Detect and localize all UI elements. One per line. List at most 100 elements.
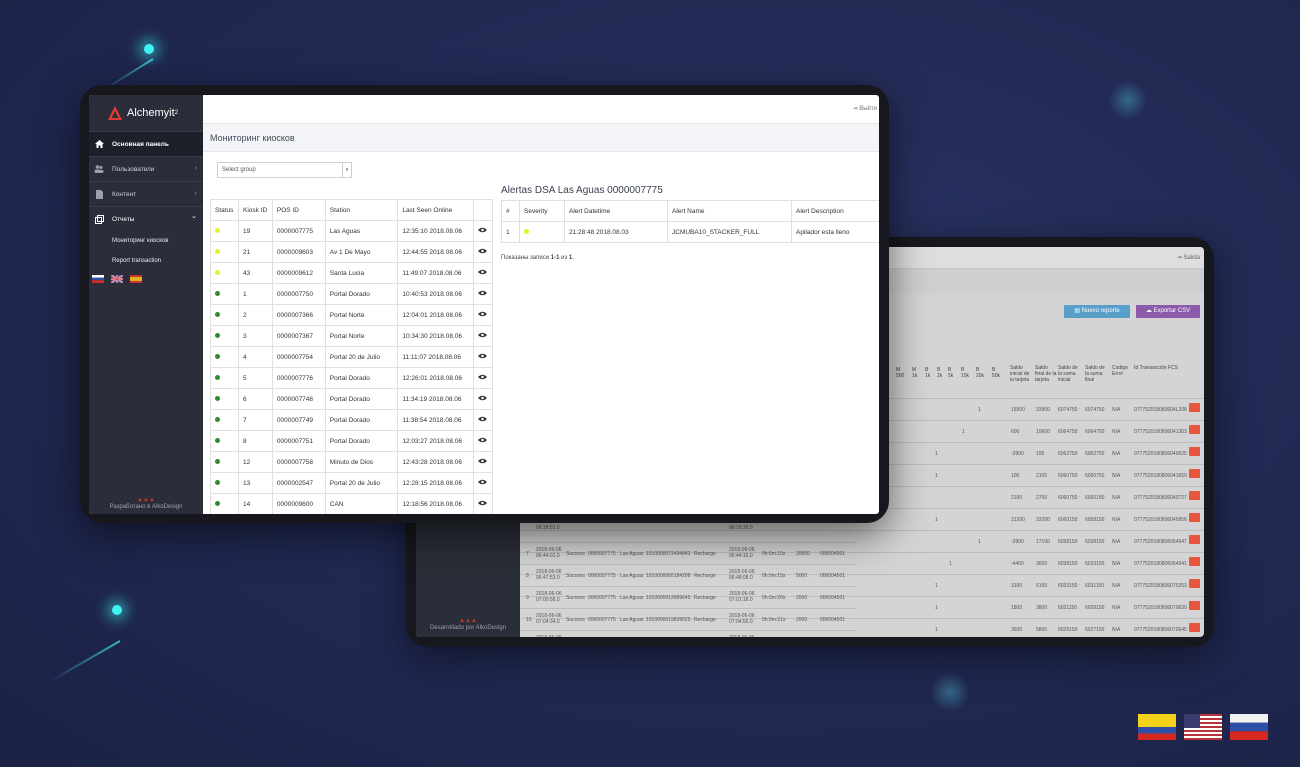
export-csv-button[interactable]: ☁ Exportar CSV bbox=[1136, 305, 1200, 318]
saldo-final-cell: 33200 bbox=[1036, 517, 1050, 523]
eye-icon[interactable] bbox=[477, 248, 487, 254]
view-cell bbox=[472, 346, 494, 368]
view-button[interactable] bbox=[1189, 425, 1200, 434]
col-alert-datetime[interactable]: Alert Datetime bbox=[564, 200, 668, 222]
eye-icon[interactable] bbox=[477, 353, 487, 359]
status-indicator bbox=[215, 311, 220, 317]
col-b10k: B 10k bbox=[961, 367, 970, 379]
col-severity[interactable]: Severity bbox=[519, 200, 565, 222]
b2k-cell: 1 bbox=[949, 561, 952, 567]
col-kiosk-id[interactable]: Kiosk ID bbox=[237, 199, 273, 221]
alerts-title: Alertas DSA Las Aguas 0000007775 bbox=[501, 185, 663, 196]
russia-flag[interactable] bbox=[92, 275, 104, 283]
col-saldo-final: Saldo final de la tarjeta bbox=[1035, 365, 1057, 383]
colombia-flag[interactable] bbox=[1138, 714, 1176, 740]
eye-icon[interactable] bbox=[477, 374, 487, 380]
b1k-cell: 1 bbox=[935, 627, 938, 633]
spain-flag[interactable] bbox=[130, 275, 142, 283]
table-row[interactable]: 19 0000007775 Las Aguas 12:35:10 2018.08.06 bbox=[210, 220, 494, 242]
select-group-dropdown[interactable]: Select group ▾ bbox=[217, 162, 352, 178]
view-button[interactable] bbox=[1189, 601, 1200, 610]
col-alert-name[interactable]: Alert Name bbox=[667, 200, 792, 222]
light-trail bbox=[50, 640, 121, 682]
eye-icon[interactable] bbox=[477, 227, 487, 233]
view-button[interactable] bbox=[1189, 623, 1200, 632]
table-row[interactable]: 3 0000007367 Portal Norte 10:34:30 2018.08.… bbox=[210, 325, 494, 347]
eye-icon[interactable] bbox=[477, 395, 487, 401]
table-row[interactable]: 06:18:53.0 06:18:35.0 bbox=[520, 521, 856, 543]
nav-users[interactable]: Пользователи ‹ bbox=[89, 156, 203, 181]
col-station[interactable]: Station bbox=[324, 199, 399, 221]
table-row[interactable]: 8 0000007751 Portal Dorado 12:03:27 2018.08… bbox=[210, 430, 494, 452]
col-alert-description[interactable]: Alert Description bbox=[791, 200, 879, 222]
table-row[interactable]: 13 0000002547 Portal 20 de Julio 12:28:15 2… bbox=[210, 472, 494, 494]
logout-link[interactable]: ⇥ Salida bbox=[1177, 254, 1200, 261]
eye-icon[interactable] bbox=[477, 500, 487, 506]
eye-icon[interactable] bbox=[477, 311, 487, 317]
station-cell: Portal Dorado bbox=[324, 283, 399, 305]
table-row[interactable]: 4 0000007754 Portal 20 de Julio 11:11:07 20… bbox=[210, 346, 494, 368]
russia-flag[interactable] bbox=[1230, 714, 1268, 740]
table-header-row: # Severity Alert Datetime Alert Name Ale… bbox=[501, 200, 879, 222]
view-button[interactable] bbox=[1189, 491, 1200, 500]
table-row[interactable]: 112018-06-06 07:05:02.0Success0000007775… bbox=[520, 631, 856, 637]
sub-nav-report-transaction[interactable]: Report transaction bbox=[89, 251, 203, 271]
pos-id-cell: 0000007367 bbox=[271, 325, 326, 347]
col-number[interactable]: # bbox=[501, 200, 520, 222]
eye-icon[interactable] bbox=[477, 332, 487, 338]
nav-content[interactable]: Контент ‹ bbox=[89, 181, 203, 206]
logout-link[interactable]: ⇥ Выйти bbox=[853, 105, 877, 112]
eye-icon[interactable] bbox=[477, 458, 487, 464]
table-row[interactable]: 12 0000007758 Minuto de Dios 12:43:28 2018.… bbox=[210, 451, 494, 473]
nav-dashboard[interactable]: Основная панель bbox=[89, 131, 203, 156]
view-button[interactable] bbox=[1189, 469, 1200, 478]
table-row[interactable]: 1 0000007750 Portal Dorado 10:40:53 2018.08… bbox=[210, 283, 494, 305]
eye-icon[interactable] bbox=[477, 269, 487, 275]
table-row[interactable]: 9 2018-06-06 07:00:58.0 Success 0000007775 L… bbox=[520, 587, 856, 609]
station-cell: Portal Norte bbox=[324, 304, 399, 326]
table-row[interactable]: 7 2018-06-06 06:44:01.0 Success 0000007775 L… bbox=[520, 543, 856, 565]
status-cell bbox=[210, 493, 239, 514]
table-row[interactable]: 14 0000009600 CAN 12:18:56 2018.08.06 bbox=[210, 493, 494, 514]
usa-flag[interactable] bbox=[1184, 714, 1222, 740]
brand-name: Alchemyit bbox=[127, 107, 175, 119]
table-row[interactable]: 2 0000007366 Portal Norte 12:04:01 2018.08.… bbox=[210, 304, 494, 326]
suma-final-cell: 6027150 bbox=[1085, 627, 1105, 633]
nav-reports[interactable]: Отчеты ⌄ bbox=[89, 206, 203, 231]
table-row[interactable]: 6 0000007748 Portal Dorado 11:34:19 2018.08… bbox=[210, 388, 494, 410]
view-button[interactable] bbox=[1189, 447, 1200, 456]
col-pos-id[interactable]: POS ID bbox=[271, 199, 326, 221]
table-row[interactable]: 21 0000009603 Av 1 De Mayo 12:44:55 2018.08… bbox=[210, 241, 494, 263]
kiosk-id-cell: 12 bbox=[237, 451, 273, 473]
table-row[interactable]: 5 0000007776 Portal Dorado 12:26:01 2018.08… bbox=[210, 367, 494, 389]
new-report-button[interactable]: ▤ Nuevo reporte bbox=[1064, 305, 1130, 318]
table-row[interactable]: 43 0000009612 Santa Lucia 11:49:07 2018.08.… bbox=[210, 262, 494, 284]
table-row[interactable]: 7 0000007749 Portal Dorado 11:38:54 2018.08… bbox=[210, 409, 494, 431]
view-button[interactable] bbox=[1189, 579, 1200, 588]
eye-icon[interactable] bbox=[477, 479, 487, 485]
view-cell bbox=[472, 388, 494, 410]
view-button[interactable] bbox=[1189, 535, 1200, 544]
table-row[interactable]: 10 2018-06-06 07:04:34.0 Success 0000007775… bbox=[520, 609, 856, 631]
col-status[interactable]: Status bbox=[210, 199, 239, 221]
col-last-seen[interactable]: Last Seen Online bbox=[397, 199, 474, 221]
sub-nav-kiosk-monitoring[interactable]: Мониторинг киосков bbox=[89, 231, 203, 251]
table-row[interactable]: 8 2018-06-06 06:47:53.0 Success 0000007775 L… bbox=[520, 565, 856, 587]
eye-icon[interactable] bbox=[477, 416, 487, 422]
table-row[interactable]: 1 21:28:48 2018.08.03 JCMUBA10_STACKER_F… bbox=[501, 221, 879, 243]
brand[interactable]: Alchemyit 2 bbox=[89, 95, 203, 131]
light-dot bbox=[112, 605, 122, 615]
col-b2k: B 2k bbox=[937, 367, 943, 379]
view-button[interactable] bbox=[1189, 513, 1200, 522]
station-cell: Portal Dorado bbox=[324, 430, 399, 452]
id-transaccion-cell: 0777520180806040956 bbox=[1134, 517, 1187, 523]
last-seen-cell: 12:03:27 2018.08.06 bbox=[397, 430, 474, 452]
uk-flag[interactable] bbox=[111, 275, 123, 283]
id-transaccion-cell: 0777520180806040625 bbox=[1134, 451, 1187, 457]
view-button[interactable] bbox=[1189, 403, 1200, 412]
eye-icon[interactable] bbox=[477, 437, 487, 443]
view-button[interactable] bbox=[1189, 557, 1200, 566]
eye-icon[interactable] bbox=[477, 290, 487, 296]
last-seen-cell: 10:34:30 2018.08.06 bbox=[397, 325, 474, 347]
duration-cell: 0h:0m:20s bbox=[762, 595, 786, 601]
